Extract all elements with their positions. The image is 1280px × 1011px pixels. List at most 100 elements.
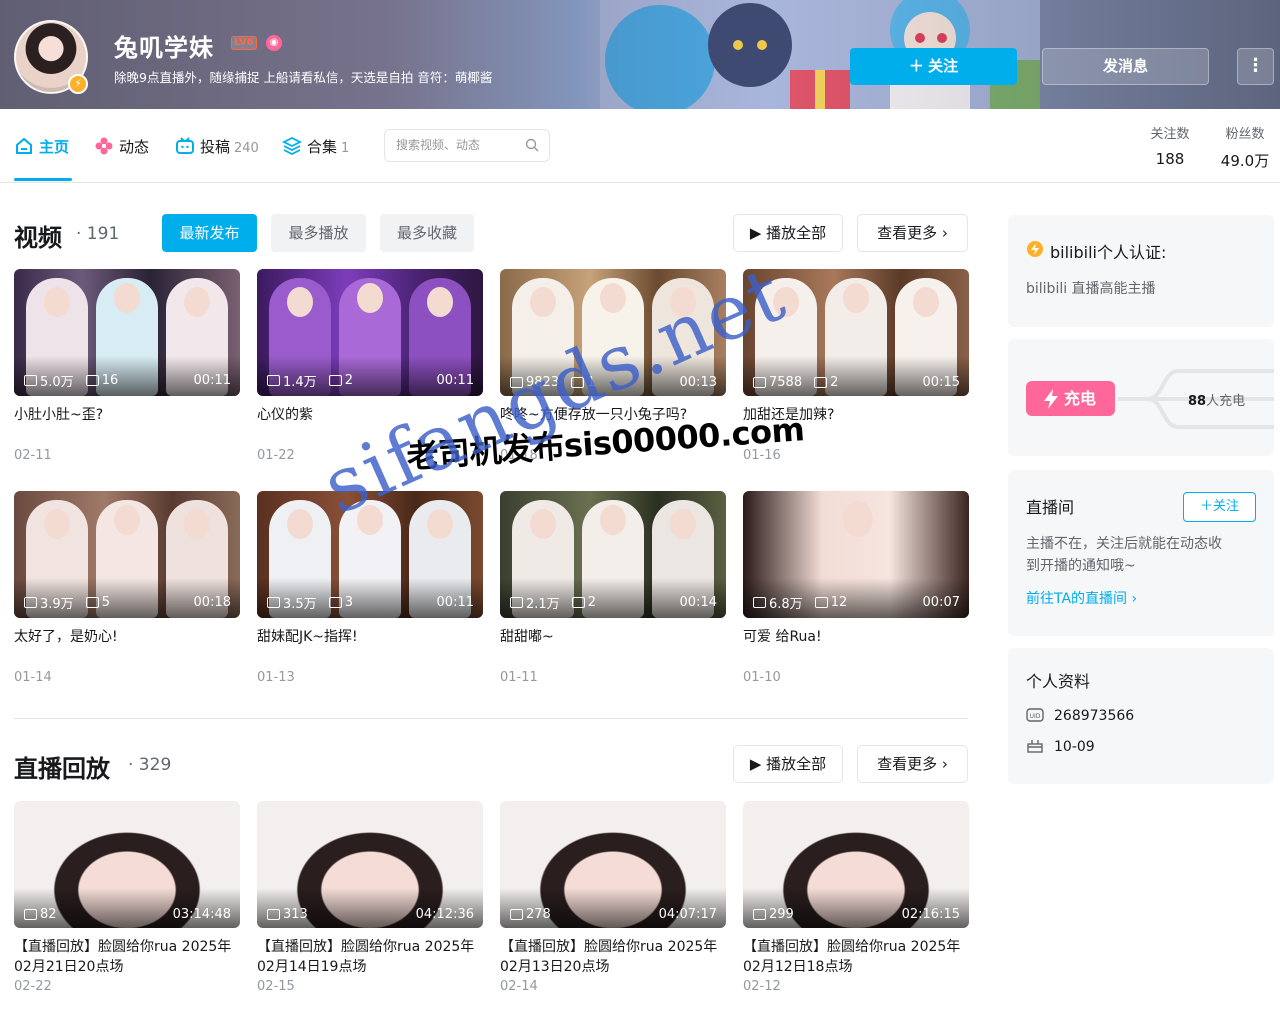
video-card[interactable]: 5.0万 16 00:11 小肚小肚~歪? 02-11: [14, 269, 240, 463]
comment-count: 2: [587, 595, 596, 610]
video-thumbnail[interactable]: 6.8万 12 00:07: [743, 491, 969, 618]
following-stat[interactable]: 关注数 188: [1145, 123, 1195, 168]
cert-title: bilibili个人认证:: [1050, 243, 1167, 262]
replay-title[interactable]: 【直播回放】脸圆给你rua 2025年02月21日20点场: [14, 937, 240, 977]
more-options-button[interactable]: ⋮: [1237, 48, 1274, 85]
replays-play-all-button[interactable]: ▶ 播放全部: [733, 745, 843, 783]
video-stats: 2.1万 2 00:14: [510, 593, 717, 612]
personal-info-panel: 个人资料 UID 268973566 10-09: [1008, 648, 1274, 784]
replay-thumbnail[interactable]: 299 02:16:15: [743, 801, 969, 928]
video-card[interactable]: 3.9万 5 00:18 太好了，是奶心! 01-14: [14, 491, 240, 685]
play-count: 1.4万: [283, 375, 317, 390]
play-count: 7588: [769, 375, 803, 390]
layers-icon: [282, 136, 302, 156]
duration: 00:11: [193, 373, 231, 388]
replay-thumbnail[interactable]: 278 04:07:17: [500, 801, 726, 928]
video-thumbnail[interactable]: 5.0万 16 00:11: [14, 269, 240, 396]
play-all-button[interactable]: ▶ 播放全部: [733, 214, 843, 252]
lightning-icon: [1044, 389, 1058, 409]
play-count: 278: [526, 907, 551, 922]
duration: 02:16:15: [901, 907, 960, 922]
replay-date: 02-14: [500, 979, 538, 994]
comment-count: 3: [344, 595, 353, 610]
replay-thumbnail[interactable]: 313 04:12:36: [257, 801, 483, 928]
tab-uploads[interactable]: 投稿 240: [175, 136, 259, 158]
video-title[interactable]: 小肚小肚~歪?: [14, 405, 240, 445]
charge-label: 充电: [1064, 389, 1097, 408]
pinwheel-icon: [95, 137, 113, 155]
profile-nav: 主页 动态 投稿 240 合集 1 搜索视频、动态 关注数 188 粉丝数 49.0…: [0, 109, 1280, 183]
tab-home[interactable]: 主页: [14, 136, 69, 158]
send-message-button[interactable]: 发消息: [1042, 48, 1209, 85]
video-title[interactable]: 可爱 给Rua!: [743, 627, 969, 667]
duration: 03:14:48: [172, 907, 231, 922]
tab-dynamic[interactable]: 动态: [94, 136, 149, 158]
user-signature: 除晚9点直播外，随缘捕捉 上船请看私信，天选是自拍 音符：萌椰酱: [114, 70, 493, 85]
sort-most-favorited-tab[interactable]: 最多收藏: [380, 214, 474, 252]
duration: 04:07:17: [658, 907, 717, 922]
replay-card[interactable]: 82 03:14:48 【直播回放】脸圆给你rua 2025年02月21日20点场…: [14, 801, 240, 994]
video-thumbnail[interactable]: 1.4万 2 00:11: [257, 269, 483, 396]
replays-section-title: 直播回放: [14, 755, 110, 783]
play-count: 3.5万: [283, 597, 317, 612]
danmaku-icon: [85, 375, 99, 386]
play-count-icon: [753, 909, 766, 920]
live-follow-button[interactable]: ＋关注: [1183, 492, 1256, 522]
videos-section-title: 视频: [14, 224, 62, 252]
danmaku-icon: [85, 597, 99, 608]
tab-label: 合集: [307, 138, 338, 156]
username: 兔叽学妹: [114, 34, 214, 62]
see-more-button[interactable]: 查看更多 ›: [857, 214, 968, 252]
birthday-value: 10-09: [1054, 739, 1095, 755]
video-thumbnail[interactable]: 3.9万 5 00:18: [14, 491, 240, 618]
follow-button[interactable]: ＋ 关注: [850, 48, 1017, 85]
stat-label: 粉丝数: [1225, 127, 1265, 142]
replays-see-more-button[interactable]: 查看更多 ›: [857, 745, 968, 783]
uid-icon: UID: [1026, 708, 1044, 722]
charge-button[interactable]: 充电: [1026, 381, 1115, 416]
followers-stat[interactable]: 粉丝数 49.0万: [1218, 123, 1272, 171]
charge-count-text: 88人充电: [1188, 390, 1245, 409]
replay-title[interactable]: 【直播回放】脸圆给你rua 2025年02月13日20点场: [500, 937, 726, 977]
replay-card[interactable]: 313 04:12:36 【直播回放】脸圆给你rua 2025年02月14日19点…: [257, 801, 483, 994]
cert-text: bilibili 直播高能主播: [1026, 281, 1156, 297]
replay-title[interactable]: 【直播回放】脸圆给你rua 2025年02月14日19点场: [257, 937, 483, 977]
replay-card[interactable]: 278 04:07:17 【直播回放】脸圆给你rua 2025年02月13日20点…: [500, 801, 726, 994]
video-stats: 1.4万 2 00:11: [267, 371, 474, 390]
tab-label: 动态: [119, 138, 150, 156]
play-count: 5.0万: [40, 375, 74, 390]
video-card[interactable]: 6.8万 12 00:07 可爱 给Rua! 01-10: [743, 491, 969, 685]
video-date: 01-13: [257, 670, 295, 685]
duration: 04:12:36: [415, 907, 474, 922]
video-title[interactable]: 甜甜嘟~: [500, 627, 726, 667]
video-stats: 3.9万 5 00:18: [24, 593, 231, 612]
play-count-icon: [267, 597, 280, 608]
play-count-icon: [510, 597, 523, 608]
danmaku-icon: [328, 597, 342, 608]
stat-value: 188: [1155, 150, 1185, 168]
video-stats: 6.8万 12 00:07: [753, 593, 960, 612]
tab-collections[interactable]: 合集 1: [282, 136, 349, 158]
play-count-icon: [753, 377, 766, 388]
video-title[interactable]: 太好了，是奶心!: [14, 627, 240, 667]
search-icon[interactable]: [525, 138, 539, 152]
video-thumbnail[interactable]: 2.1万 2 00:14: [500, 491, 726, 618]
profile-banner: ⚡ 兔叽学妹 LV6 ◉ 除晚9点直播外，随缘捕捉 上船请看私信，天选是自拍 音…: [0, 0, 1280, 109]
tv-icon: [176, 137, 194, 154]
play-count: 3.9万: [40, 597, 74, 612]
video-title[interactable]: 甜妹配JK~指挥!: [257, 627, 483, 667]
search-input[interactable]: 搜索视频、动态: [384, 129, 550, 162]
sort-most-played-tab[interactable]: 最多播放: [271, 214, 366, 252]
tab-label: 主页: [39, 138, 70, 156]
comment-count: 2: [830, 375, 839, 390]
replay-title[interactable]: 【直播回放】脸圆给你rua 2025年02月12日18点场: [743, 937, 969, 977]
replay-card[interactable]: 299 02:16:15 【直播回放】脸圆给你rua 2025年02月12日18点…: [743, 801, 969, 994]
play-count-icon: [267, 375, 280, 386]
replay-thumbnail[interactable]: 82 03:14:48: [14, 801, 240, 928]
sort-newest-tab[interactable]: 最新发布: [162, 214, 257, 252]
play-count-icon: [24, 375, 37, 386]
tab-count: 240: [234, 141, 259, 156]
go-to-live-room-link[interactable]: 前往TA的直播间 ›: [1026, 588, 1137, 608]
stat-value: 49.0万: [1220, 152, 1270, 170]
video-card[interactable]: 2.1万 2 00:14 甜甜嘟~ 01-11: [500, 491, 726, 685]
